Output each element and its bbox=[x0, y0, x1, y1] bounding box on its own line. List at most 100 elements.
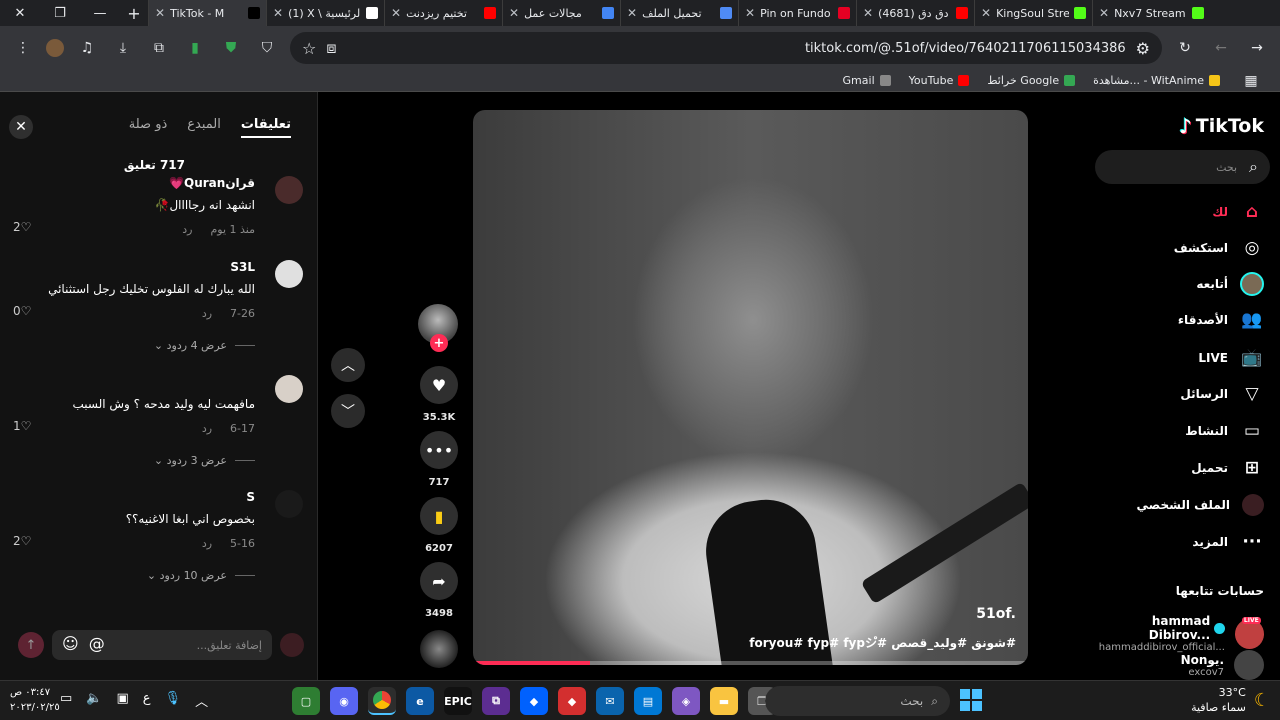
microphone-icon[interactable]: 🎙 bbox=[165, 691, 182, 710]
browser-tab[interactable]: ✕ تختيم ريزدنت bbox=[384, 0, 502, 26]
comment-like-button[interactable]: 2♡ bbox=[13, 220, 31, 234]
close-tab-icon[interactable]: ✕ bbox=[863, 6, 873, 20]
back-icon[interactable]: → bbox=[1244, 35, 1270, 61]
search-icon[interactable]: ⌕ bbox=[1249, 157, 1258, 177]
minimize-window-icon[interactable]: — bbox=[85, 6, 115, 21]
site-settings-icon[interactable]: ⚙ bbox=[1136, 39, 1150, 58]
browser-tab[interactable]: ✕ TikTok - M bbox=[148, 0, 266, 26]
browser-tab[interactable]: ✕ Nxv7 Stream bbox=[1092, 0, 1210, 26]
reply-button[interactable]: رد bbox=[202, 422, 212, 435]
view-replies-button[interactable]: عرض 10 ردود ⌄ bbox=[147, 569, 255, 582]
tiktok-logo[interactable]: ♪ TikTok bbox=[1179, 114, 1264, 138]
comment-like-button[interactable]: 0♡ bbox=[13, 304, 31, 318]
battery-icon[interactable]: ▭ bbox=[60, 691, 72, 710]
address-bar[interactable]: ☆ ⧈ tiktok.com/@.51of/video/764021170611… bbox=[290, 32, 1162, 64]
followed-account[interactable]: hammad Dibirov... hammaddibirov_official… bbox=[1090, 614, 1264, 653]
url-text[interactable]: tiktok.com/@.51of/video/7640211706115034… bbox=[347, 41, 1126, 56]
reply-button[interactable]: رد bbox=[202, 307, 212, 320]
comment-like-button[interactable]: 2♡ bbox=[13, 534, 31, 548]
browser-tab[interactable]: ✕ تحميل الملف bbox=[620, 0, 738, 26]
download-icon[interactable]: ⤓ bbox=[110, 35, 136, 61]
sidebar-item-activity[interactable]: ▭ النشاط bbox=[1185, 421, 1264, 441]
view-replies-label[interactable]: عرض 10 ردود ⌄ bbox=[147, 569, 227, 582]
language-indicator[interactable]: ع bbox=[143, 691, 151, 710]
forward-icon[interactable]: ← bbox=[1208, 35, 1234, 61]
epic-games-icon[interactable]: EPIC bbox=[444, 687, 472, 715]
restore-window-icon[interactable]: ❐ bbox=[45, 6, 75, 21]
mention-icon[interactable]: @ bbox=[89, 634, 105, 653]
weather-widget[interactable]: 33°C سماء صافية ☾ bbox=[1191, 685, 1270, 715]
sidebar-item-profile[interactable]: الملف الشخصي bbox=[1137, 494, 1264, 516]
sidebar-item-live[interactable]: 📺 LIVE bbox=[1198, 348, 1264, 368]
extension-icon[interactable]: ▮ bbox=[182, 35, 208, 61]
tab-related[interactable]: ذو صلة bbox=[129, 117, 168, 138]
media-control-icon[interactable]: ♫ bbox=[74, 35, 100, 61]
shield-icon[interactable]: ⛉ bbox=[254, 35, 280, 61]
emoji-icon[interactable]: ☺ bbox=[62, 634, 79, 653]
new-tab-button[interactable]: + bbox=[120, 4, 148, 23]
sidebar-item-friends[interactable]: 👥 الأصدقاء bbox=[1178, 310, 1264, 330]
browser-tab[interactable]: ✕ Pin on Fundo bbox=[738, 0, 856, 26]
sidebar-item-for-you[interactable]: ⌂ لك bbox=[1212, 202, 1264, 222]
app-icon[interactable]: ▢ bbox=[292, 687, 320, 715]
close-comments-button[interactable]: ✕ bbox=[9, 115, 33, 139]
send-comment-button[interactable]: ↑ bbox=[18, 632, 44, 658]
show-hidden-icons-icon[interactable]: ︿ bbox=[195, 691, 208, 710]
mail-icon[interactable]: ✉ bbox=[596, 687, 624, 715]
music-disc-icon[interactable] bbox=[420, 630, 458, 668]
file-explorer-icon[interactable]: ▬ bbox=[710, 687, 738, 715]
view-replies-button[interactable]: عرض 4 ردود ⌄ bbox=[154, 339, 255, 352]
search-input[interactable] bbox=[1127, 160, 1238, 174]
close-tab-icon[interactable]: ✕ bbox=[155, 6, 165, 20]
video-progress-bar[interactable] bbox=[473, 661, 1028, 665]
reply-button[interactable]: رد bbox=[202, 537, 212, 550]
close-tab-icon[interactable]: ✕ bbox=[273, 6, 283, 20]
menu-icon[interactable]: ⋮ bbox=[10, 35, 36, 61]
comment-bubble-icon[interactable]: ••• bbox=[420, 431, 458, 469]
bookmark-item[interactable]: YouTube bbox=[909, 74, 970, 87]
browser-tab[interactable]: ✕ KingSoul Stre bbox=[974, 0, 1092, 26]
volume-icon[interactable]: 🔈 bbox=[86, 691, 102, 710]
heart-icon[interactable]: ♥ bbox=[420, 366, 458, 404]
translate-icon[interactable]: ⧈ bbox=[326, 38, 336, 58]
reload-icon[interactable]: ↻ bbox=[1172, 35, 1198, 61]
close-window-icon[interactable]: ✕ bbox=[5, 6, 35, 21]
taskbar-search[interactable]: بحث ⌕ bbox=[765, 686, 950, 716]
dropbox-icon[interactable]: ◆ bbox=[520, 687, 548, 715]
tab-creator[interactable]: المبدع bbox=[187, 117, 221, 138]
avatar[interactable] bbox=[275, 490, 303, 518]
profile-avatar-icon[interactable] bbox=[46, 39, 64, 57]
bookmark-item[interactable]: Gmail bbox=[843, 74, 891, 87]
sidebar-item-upload[interactable]: ⊞ تحميل bbox=[1191, 458, 1264, 478]
avatar[interactable] bbox=[275, 260, 303, 288]
tab-comments[interactable]: تعليقات bbox=[240, 117, 291, 138]
video-author[interactable]: 51of. bbox=[976, 606, 1016, 622]
avatar[interactable] bbox=[275, 176, 303, 204]
video-caption[interactable]: #شونق #وليد_قصص #foryou# fyp# fypシ゚ bbox=[749, 634, 1016, 651]
chrome-icon[interactable] bbox=[368, 687, 396, 715]
copilot-icon[interactable]: ◈ bbox=[672, 687, 700, 715]
sidebar-item-following[interactable]: أتابعه bbox=[1196, 272, 1264, 296]
video-player[interactable]: 51of. #شونق #وليد_قصص #foryou# fyp# fypシ… bbox=[473, 110, 1028, 665]
bookmark-icon[interactable]: ▮ bbox=[420, 497, 458, 535]
bookmark-star-icon[interactable]: ☆ bbox=[302, 39, 316, 58]
view-replies-label[interactable]: عرض 4 ردود ⌄ bbox=[154, 339, 227, 352]
comment-username[interactable]: قرانQuran💗 bbox=[169, 176, 255, 190]
browser-tab[interactable]: ✕ (4681) دق دق bbox=[856, 0, 974, 26]
close-tab-icon[interactable]: ✕ bbox=[981, 6, 991, 20]
follow-button[interactable]: + bbox=[430, 334, 448, 352]
bookmark-item[interactable]: مشاهدة... - WitAnime bbox=[1093, 74, 1220, 87]
store-icon[interactable]: ▤ bbox=[634, 687, 662, 715]
browser-tab[interactable]: ✕ (1) X \ الرئيسية bbox=[266, 0, 384, 26]
comment-like-button[interactable]: 1♡ bbox=[13, 419, 31, 433]
avatar[interactable] bbox=[275, 375, 303, 403]
next-video-button[interactable]: ﹀ bbox=[331, 394, 365, 428]
share-icon[interactable]: ➦ bbox=[420, 562, 458, 600]
previous-video-button[interactable]: ︿ bbox=[331, 348, 365, 382]
edge-icon[interactable]: e bbox=[406, 687, 434, 715]
browser-tab[interactable]: ✕ مجالات عمل bbox=[502, 0, 620, 26]
sidebar-item-more[interactable]: ··· المزيد bbox=[1192, 532, 1264, 552]
comment-username[interactable]: S3L bbox=[230, 260, 255, 274]
clock[interactable]: ٠٣:٤٧ ص ٢٠٢٣/٠٢/٢٥ bbox=[10, 685, 60, 715]
all-bookmarks-icon[interactable]: ▦ bbox=[1238, 68, 1264, 94]
